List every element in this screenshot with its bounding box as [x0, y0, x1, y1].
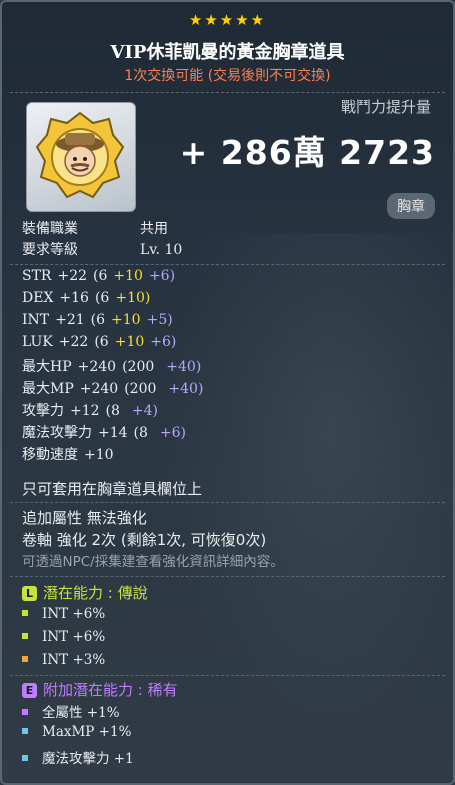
- stat-base: (8: [133, 425, 148, 441]
- additional-potential-line: MaxMP +1%: [22, 724, 131, 740]
- job-row: 裝備職業 共用: [22, 218, 168, 238]
- additional-potential-line: 魔法攻擊力 +1: [22, 747, 134, 767]
- stat-scroll-bonus: +40): [168, 381, 204, 397]
- stat-base: (6: [94, 334, 109, 350]
- stat-row: STR +22 (6 +10 +6): [22, 268, 181, 284]
- stat-base: (6: [93, 268, 108, 284]
- stat-row: 最大MP +240 (200 +40): [22, 378, 209, 398]
- slot-note: 只可套用在胸章道具欄位上: [22, 480, 203, 498]
- stat-name: LUK: [22, 334, 53, 350]
- stat-name: DEX: [22, 290, 54, 306]
- stat-total: +240: [79, 381, 119, 397]
- divider: [10, 92, 445, 93]
- potential-text: INT +6%: [42, 606, 106, 622]
- potential-title: 潛在能力 : 傳說: [43, 584, 148, 602]
- combat-power-value: + 286萬 2723: [179, 133, 435, 172]
- job-label: 裝備職業: [22, 221, 78, 237]
- divider: [10, 576, 445, 577]
- additional-potential-text: MaxMP +1%: [42, 724, 132, 740]
- stat-scroll-bonus: +40): [166, 359, 202, 375]
- stat-name: 最大HP: [22, 359, 72, 375]
- stat-base: (200: [122, 359, 155, 375]
- stat-scroll-bonus: +6): [150, 334, 177, 350]
- stat-row: 最大HP +240 (200 +40): [22, 356, 207, 376]
- stat-star-bonus: +10): [115, 290, 151, 306]
- stat-total: +10: [84, 447, 114, 463]
- level-row: 要求等級 Lv. 10: [22, 239, 182, 259]
- level-label: 要求等級: [22, 242, 78, 258]
- stat-total: +12: [70, 403, 100, 419]
- stat-scroll-bonus: +5): [146, 312, 173, 328]
- bullet-icon: [22, 709, 28, 715]
- additional-potential-text: 魔法攻擊力 +1: [42, 751, 134, 767]
- additional-potential-header: E 附加潛在能力 : 稀有: [22, 679, 178, 700]
- stat-name: INT: [22, 312, 50, 328]
- stat-total: +14: [98, 425, 128, 441]
- stat-row: 魔法攻擊力 +14 (8 +6): [22, 422, 192, 442]
- item-name: VIP休菲凱曼的黃金胸章道具: [110, 42, 345, 63]
- background-decoration: [133, 233, 453, 783]
- level-value: Lv. 10: [140, 242, 183, 258]
- additional-potential-line: 全屬性 +1%: [22, 701, 120, 721]
- potential-text: INT +6%: [42, 629, 106, 645]
- stat-row: DEX +16 (6 +10): [22, 290, 162, 306]
- job-value: 共用: [140, 221, 168, 237]
- stat-name: 最大MP: [22, 381, 74, 397]
- stat-row: INT +21 (6 +10 +5): [22, 312, 179, 328]
- stat-name: 移動速度: [22, 447, 78, 463]
- stat-row: 移動速度 +10: [22, 444, 138, 464]
- stat-scroll-bonus: +6): [148, 268, 176, 284]
- additional-potential-title: 附加潛在能力 : 稀有: [43, 681, 178, 699]
- bullet-icon: [22, 755, 28, 761]
- stat-name: 攻擊力: [22, 403, 64, 419]
- legendary-grade-icon: L: [22, 586, 37, 601]
- combat-power-label: 戰鬥力提升量: [340, 98, 431, 116]
- stat-star-bonus: +10: [113, 268, 143, 284]
- category-badge: 胸章: [387, 193, 435, 219]
- upgrade-npc-hint: 可透過NPC/採集建查看強化資訊詳細內容。: [22, 554, 284, 570]
- divider: [10, 675, 445, 676]
- upgrade-additional: 追加屬性 無法強化: [22, 509, 147, 527]
- stat-base: (8: [105, 403, 120, 419]
- stat-total: +22: [58, 334, 89, 350]
- stat-base: (6: [90, 312, 106, 328]
- upgrade-scroll: 卷軸 強化 2次 (剩餘1次, 可恢復0次): [22, 531, 267, 549]
- bullet-icon: [22, 728, 28, 734]
- stat-total: +22: [57, 268, 88, 284]
- bullet-icon: [22, 656, 28, 662]
- stat-star-bonus: +10: [114, 334, 145, 350]
- potential-line: INT +6%: [22, 606, 105, 622]
- stat-scroll-bonus: +4): [131, 403, 159, 419]
- stat-row: LUK +22 (6 +10 +6): [22, 334, 182, 350]
- stat-row: 攻擊力 +12 (8 +4): [22, 400, 164, 420]
- bullet-icon: [22, 633, 28, 639]
- divider: [10, 264, 445, 265]
- bullet-icon: [22, 610, 28, 616]
- potential-line: INT +3%: [22, 652, 105, 668]
- stat-base: (6: [94, 290, 110, 306]
- item-tooltip: ★★★★★ VIP休菲凱曼的黃金胸章道具 1次交換可能 (交易後則不可交換) 戰…: [0, 0, 455, 785]
- divider: [10, 502, 445, 503]
- potential-header: L 潛在能力 : 傳說: [22, 582, 148, 603]
- stat-total: +21: [55, 312, 85, 328]
- epic-grade-icon: E: [22, 683, 37, 698]
- stat-total: +16: [59, 290, 89, 306]
- stat-name: STR: [22, 268, 52, 284]
- gold-medal-icon: [35, 111, 125, 199]
- stat-scroll-bonus: +6): [159, 425, 187, 441]
- additional-potential-text: 全屬性 +1%: [42, 705, 120, 721]
- item-icon-box: [26, 102, 136, 212]
- stat-star-bonus: +10: [111, 312, 141, 328]
- potential-text: INT +3%: [42, 652, 106, 668]
- stat-base: (200: [124, 381, 157, 397]
- potential-line: INT +6%: [22, 629, 105, 645]
- trade-note: 1次交換可能 (交易後則不可交換): [124, 68, 331, 84]
- stat-name: 魔法攻擊力: [22, 425, 92, 441]
- stat-total: +240: [77, 359, 117, 375]
- star-force-stars: ★★★★★: [188, 11, 267, 29]
